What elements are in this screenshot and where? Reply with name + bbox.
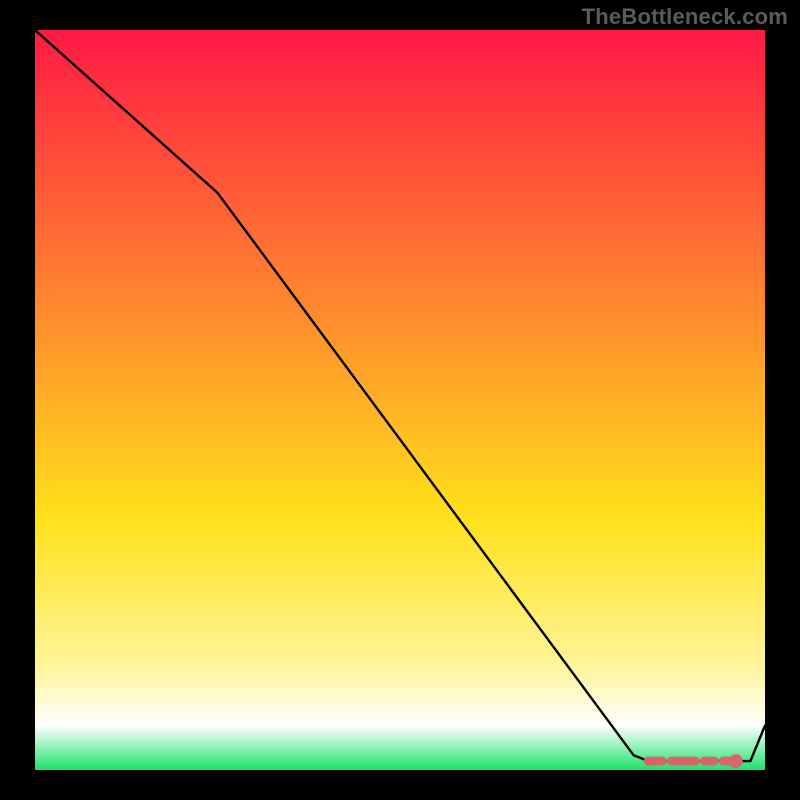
chart-frame: TheBottleneck.com — [0, 0, 800, 800]
plot-area — [35, 30, 765, 770]
marker-point-end — [729, 754, 743, 768]
chart-svg — [35, 30, 765, 770]
gradient-background — [35, 30, 765, 770]
watermark-text: TheBottleneck.com — [582, 4, 788, 30]
